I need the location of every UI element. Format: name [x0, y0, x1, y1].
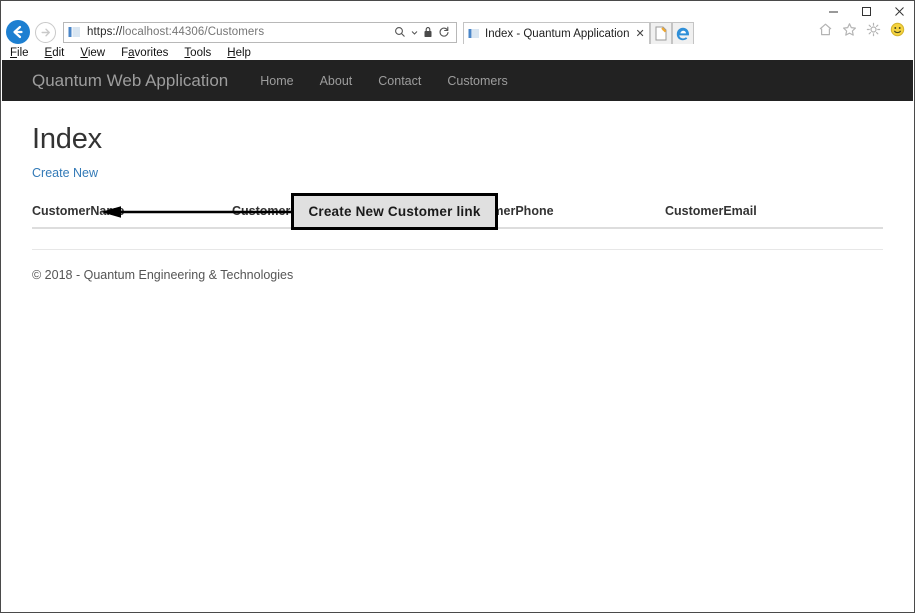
title-bar — [1, 1, 914, 19]
url-text[interactable]: https://localhost:44306/Customers — [82, 26, 394, 38]
browser-command-icons — [818, 22, 914, 42]
menu-help[interactable]: Help — [227, 47, 251, 59]
tab-title: Index - Quantum Application — [485, 27, 630, 40]
lock-icon[interactable] — [423, 26, 433, 38]
tab-close-icon[interactable]: ✕ — [635, 27, 644, 40]
address-bar-icons — [394, 26, 456, 38]
smiley-feedback-icon[interactable] — [890, 22, 905, 42]
edge-browser-icon[interactable] — [671, 22, 694, 44]
tab-index-quantum-application[interactable]: Index - Quantum Application ✕ — [463, 22, 650, 44]
annotation-label: Create New Customer link — [308, 204, 481, 219]
annotation-callout: Create New Customer link — [291, 193, 498, 230]
maximize-icon[interactable] — [860, 5, 873, 18]
search-icon[interactable] — [394, 26, 406, 38]
address-bar[interactable]: https://localhost:44306/Customers — [63, 21, 457, 43]
nav-link-about[interactable]: About — [320, 74, 353, 88]
menu-file[interactable]: File — [10, 47, 29, 59]
refresh-icon[interactable] — [438, 26, 450, 38]
caret-down-icon[interactable] — [411, 29, 418, 36]
home-icon[interactable] — [818, 22, 833, 42]
site-nav-links: Home About Contact Customers — [260, 74, 534, 88]
browser-toolbar: https://localhost:44306/Customers Index … — [1, 19, 914, 45]
window-controls — [827, 3, 906, 19]
page-viewport: Quantum Web Application Home About Conta… — [2, 60, 913, 611]
tab-strip: Index - Quantum Application ✕ — [463, 20, 694, 44]
page-title: Index — [32, 123, 102, 155]
url-scheme: https:// — [87, 26, 123, 38]
menu-bar: File Edit View Favorites Tools Help — [1, 45, 914, 60]
favorites-star-icon[interactable] — [842, 22, 857, 42]
annotation-arrow — [101, 206, 293, 218]
back-arrow-icon[interactable] — [6, 20, 30, 44]
footer-copyright: © 2018 - Quantum Engineering & Technolog… — [32, 268, 294, 282]
page-favicon-icon — [68, 25, 82, 39]
column-header-customeremail[interactable]: CustomerEmail — [665, 196, 883, 229]
url-host: localhost — [122, 26, 169, 38]
create-new-link[interactable]: Create New — [32, 166, 98, 180]
new-tab-icon[interactable] — [649, 22, 672, 44]
nav-link-contact[interactable]: Contact — [378, 74, 421, 88]
settings-gear-icon[interactable] — [866, 22, 881, 42]
nav-link-customers[interactable]: Customers — [447, 74, 507, 88]
minimize-icon[interactable] — [827, 5, 840, 18]
tab-favicon-icon — [468, 27, 481, 40]
nav-link-home[interactable]: Home — [260, 74, 293, 88]
site-brand[interactable]: Quantum Web Application — [32, 71, 228, 91]
menu-view[interactable]: View — [80, 47, 105, 59]
forward-arrow-icon[interactable] — [35, 21, 56, 43]
menu-tools[interactable]: Tools — [184, 47, 211, 59]
menu-favorites[interactable]: Favorites — [121, 47, 168, 59]
page-footer: © 2018 - Quantum Engineering & Technolog… — [32, 249, 883, 282]
site-navbar: Quantum Web Application Home About Conta… — [2, 60, 913, 101]
browser-window: https://localhost:44306/Customers Index … — [0, 0, 915, 613]
page-content: Index Create New CustomerName CustomerCo… — [2, 101, 913, 282]
close-icon[interactable] — [893, 5, 906, 18]
url-rest: :44306/Customers — [168, 26, 265, 38]
menu-edit[interactable]: Edit — [45, 47, 65, 59]
